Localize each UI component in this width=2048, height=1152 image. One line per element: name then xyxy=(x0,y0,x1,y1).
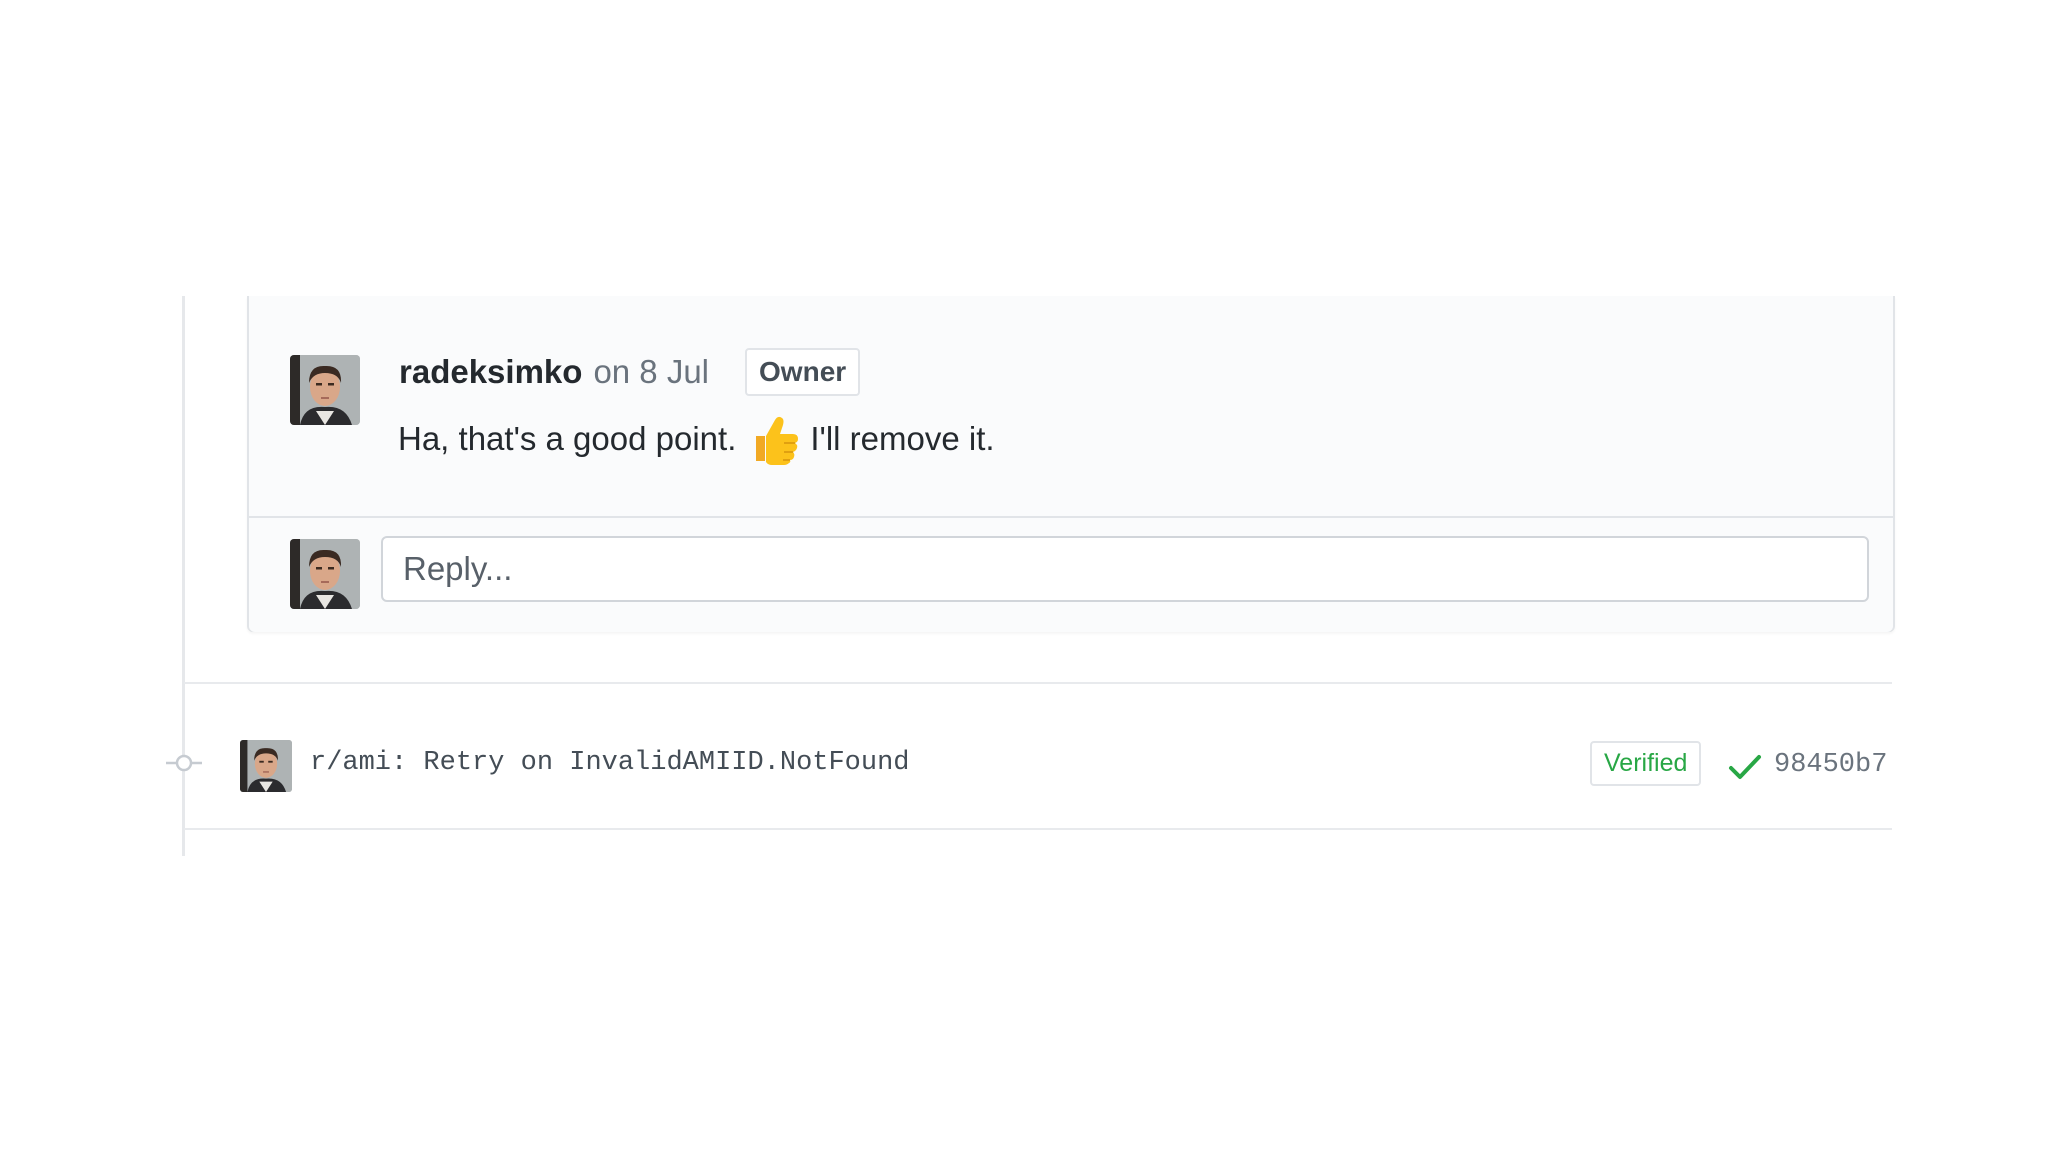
commit-sha-link[interactable]: 98450b7 xyxy=(1774,750,1887,780)
comment-text-after: I'll remove it. xyxy=(810,420,995,457)
current-user-avatar xyxy=(290,539,360,609)
verified-badge[interactable]: Verified xyxy=(1590,741,1702,786)
commenter-avatar[interactable] xyxy=(290,355,360,425)
reply-area xyxy=(249,516,1893,632)
comment-timestamp-link[interactable]: on 8 Jul xyxy=(593,353,709,391)
comment-text-before: Ha, that's a good point. xyxy=(398,420,737,457)
comment-author-link[interactable]: radeksimko xyxy=(399,353,582,391)
check-icon[interactable] xyxy=(1728,752,1762,782)
avatar xyxy=(290,539,360,609)
avatar xyxy=(290,355,360,425)
avatar-portrait-icon xyxy=(290,539,360,609)
owner-badge: Owner xyxy=(745,348,861,396)
review-comment: radeksimko on 8 Jul Owner xyxy=(249,296,1893,516)
avatar xyxy=(240,740,292,792)
commit-message-link[interactable]: r/ami: Retry on InvalidAMIID.NotFound xyxy=(310,748,910,778)
divider xyxy=(184,682,1892,684)
avatar-portrait-icon xyxy=(290,355,360,425)
git-commit-icon xyxy=(166,754,202,772)
thumbs-up-icon xyxy=(748,412,802,466)
reply-input[interactable] xyxy=(381,536,1869,602)
comment-body: Ha, that's a good point. I'll remove it. xyxy=(398,412,995,466)
comment-header: radeksimko on 8 Jul Owner xyxy=(399,348,861,396)
avatar-portrait-icon xyxy=(240,740,292,792)
commit-author-avatar[interactable] xyxy=(240,740,292,792)
divider xyxy=(184,828,1892,830)
